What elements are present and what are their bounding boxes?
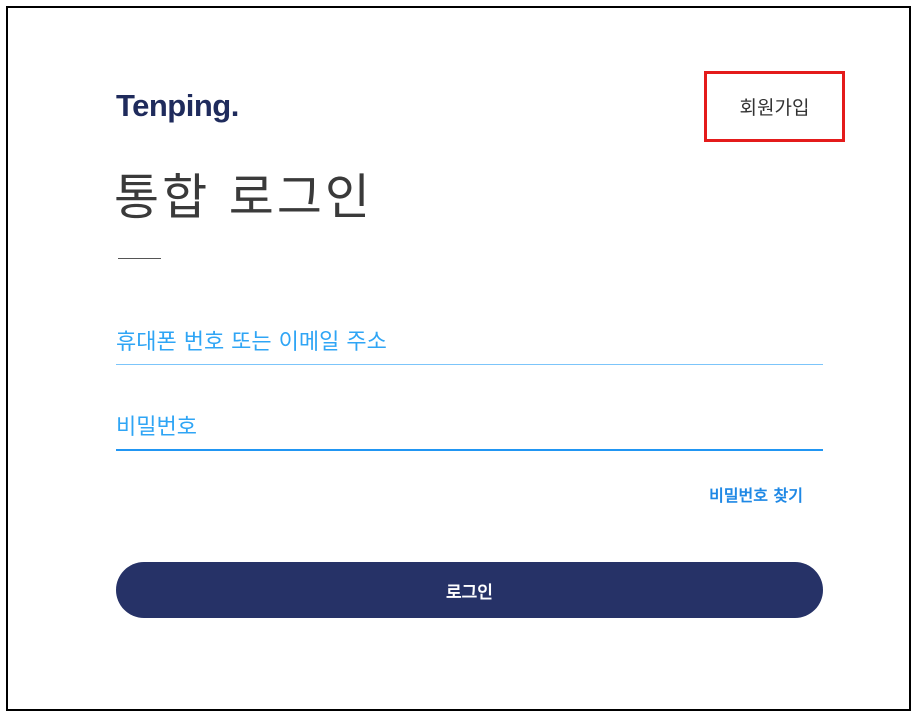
phone-email-input[interactable] <box>116 320 823 365</box>
password-input[interactable] <box>116 405 823 451</box>
tenping-logo: Tenping. <box>116 88 239 123</box>
login-panel: Tenping. 회원가입 통합 로그인 비밀번호 찾기 로그인 <box>6 6 911 711</box>
find-password-link[interactable]: 비밀번호 찾기 <box>709 482 803 506</box>
signup-link[interactable]: 회원가입 <box>704 71 845 142</box>
login-button[interactable]: 로그인 <box>116 562 823 618</box>
page-title: 통합 로그인 <box>114 169 373 226</box>
title-divider <box>118 258 161 259</box>
